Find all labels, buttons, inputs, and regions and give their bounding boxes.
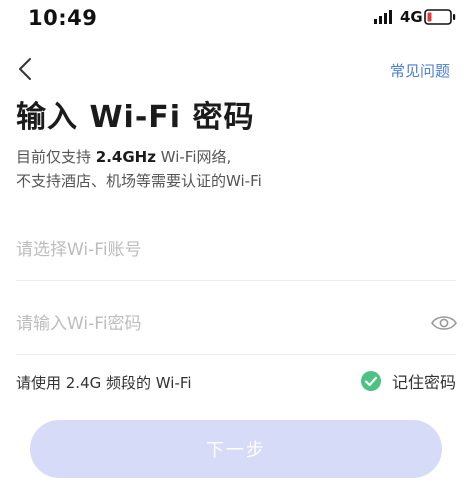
network-type-label: 4G (400, 8, 423, 26)
ssid-divider (16, 280, 456, 281)
status-time: 10:49 (28, 6, 98, 30)
wifi-ssid-input[interactable] (16, 234, 456, 266)
next-button[interactable]: 下一步 (30, 420, 442, 478)
check-circle-icon[interactable] (360, 370, 382, 392)
frequency-highlight: 2.4GHz (95, 148, 156, 166)
signal-bars-icon (374, 10, 392, 24)
wifi-password-input[interactable] (16, 308, 416, 340)
status-bar: 10:49 4G (0, 0, 472, 36)
subtitle-line-2: 不支持酒店、机场等需要认证的Wi-Fi (16, 172, 262, 190)
remember-password-label: 记住密码 (391, 373, 456, 392)
faq-link[interactable]: 常见问题 (390, 60, 450, 81)
battery-low-icon (424, 9, 456, 25)
password-divider (16, 354, 456, 355)
back-chevron-icon[interactable] (14, 56, 38, 82)
page-title: 输入 Wi-Fi 密码 (16, 100, 255, 135)
subtitle-prefix: 目前仅支持 (16, 148, 96, 166)
remember-password-toggle[interactable]: 记住密码 (360, 368, 456, 394)
band-hint: 请使用 2.4G 频段的 Wi-Fi (16, 374, 192, 392)
subtitle-suffix: Wi-Fi网络, (155, 148, 232, 166)
subtitle-line-1: 目前仅支持 2.4GHz Wi-Fi网络, (16, 146, 231, 167)
eye-icon[interactable] (430, 312, 458, 334)
